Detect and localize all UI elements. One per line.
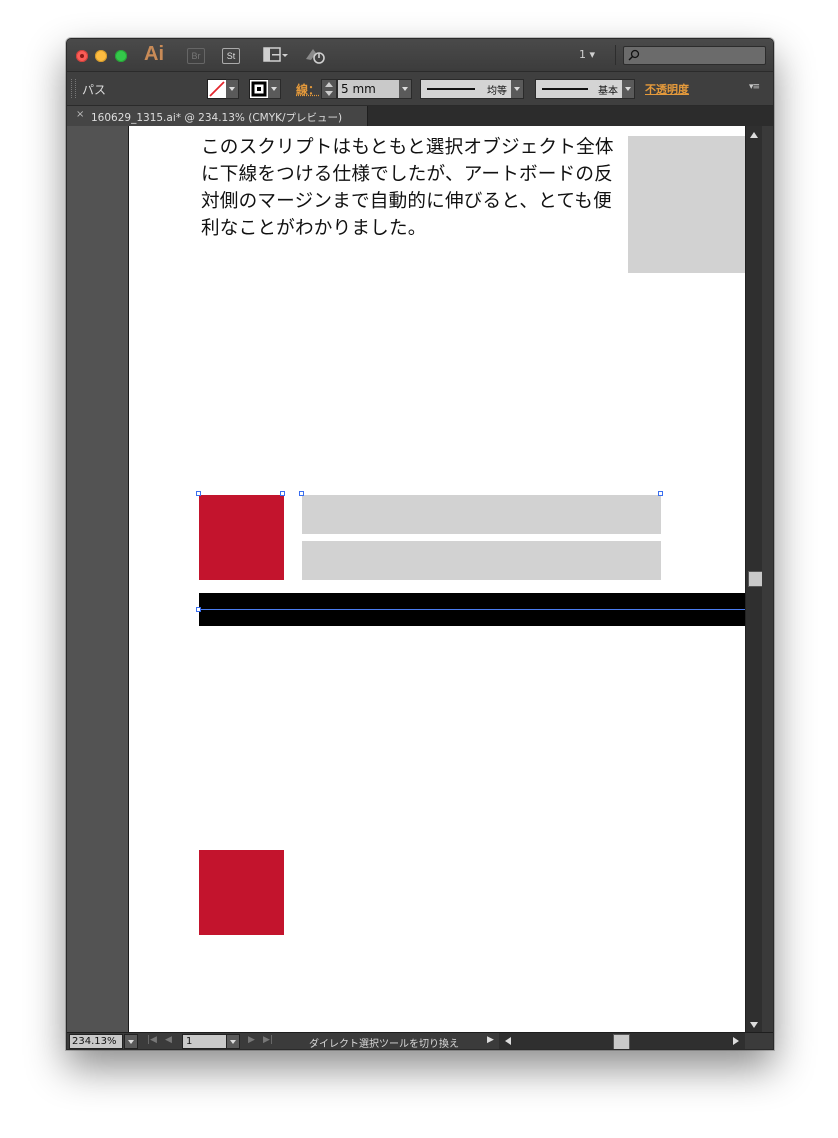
panel-grip[interactable] <box>71 79 76 98</box>
scroll-thumb[interactable] <box>748 571 763 587</box>
chevron-down-icon[interactable] <box>226 1034 240 1049</box>
control-bar: パス 線： 5 mm 均等 基本 不透明度 ▾≡ <box>67 72 773 106</box>
layout-icon[interactable] <box>263 46 289 64</box>
first-artboard-icon[interactable]: |◀ <box>147 1035 157 1045</box>
scroll-thumb[interactable] <box>613 1034 630 1049</box>
close-icon[interactable] <box>76 50 88 62</box>
chevron-down-icon[interactable] <box>622 79 635 99</box>
brush-label: 基本 <box>598 86 618 97</box>
horizontal-scrollbar[interactable] <box>499 1033 745 1049</box>
red-square[interactable] <box>199 850 284 935</box>
body-text-frame[interactable]: このスクリプトはもともと選択オブジェクト全体に下線をつける仕様でしたが、アートボ… <box>201 134 621 242</box>
gray-bar[interactable] <box>302 541 661 580</box>
scroll-right-icon[interactable] <box>733 1037 739 1045</box>
canvas[interactable]: このスクリプトはもともと選択オブジェクト全体に下線をつける仕様でしたが、アートボ… <box>67 126 745 1032</box>
document-tab-strip: × 160629_1315.ai* @ 234.13% (CMYK/プレビュー) <box>67 106 773 126</box>
scroll-up-icon[interactable] <box>750 132 758 138</box>
stroke-weight-field[interactable]: 5 mm <box>337 79 400 99</box>
gray-rectangle[interactable] <box>628 136 745 273</box>
bridge-icon[interactable]: Br <box>187 48 205 64</box>
profile-line-preview <box>427 88 475 90</box>
status-menu-icon[interactable]: ▶ <box>487 1035 494 1045</box>
last-artboard-icon[interactable]: ▶| <box>263 1035 273 1045</box>
selection-anchor[interactable] <box>196 491 201 496</box>
stepper-icon[interactable] <box>321 79 337 99</box>
panel-dock-strip <box>762 126 773 1032</box>
stroke-label[interactable]: 線： <box>296 81 320 98</box>
chevron-down-icon[interactable] <box>226 79 239 99</box>
scroll-left-icon[interactable] <box>505 1037 511 1045</box>
title-bar: Ai Br St 1 ▾ <box>67 39 773 72</box>
vertical-scrollbar[interactable] <box>745 126 763 1032</box>
chevron-down-icon[interactable] <box>399 79 412 99</box>
panel-menu-icon[interactable]: ▾≡ <box>749 82 760 92</box>
previous-artboard-icon[interactable]: ◀ <box>165 1035 172 1045</box>
maximize-icon[interactable] <box>115 50 127 62</box>
opacity-link[interactable]: 不透明度 <box>645 81 689 97</box>
stock-icon[interactable]: St <box>222 48 240 64</box>
document-tab[interactable]: × 160629_1315.ai* @ 234.13% (CMYK/プレビュー) <box>67 106 368 126</box>
status-bar: 234.13% |◀ ◀ 1 ▶ ▶| ダイレクト選択ツールを切り換え ▶ <box>67 1032 773 1049</box>
next-artboard-icon[interactable]: ▶ <box>248 1035 255 1045</box>
chevron-down-icon[interactable] <box>124 1034 138 1049</box>
close-icon[interactable]: × <box>76 109 84 120</box>
zoom-field[interactable]: 234.13% <box>69 1034 123 1049</box>
selection-anchor[interactable] <box>658 491 663 496</box>
document-title: 160629_1315.ai* @ 234.13% (CMYK/プレビュー) <box>91 112 343 124</box>
variable-width-profile-dropdown[interactable]: 均等 <box>420 79 512 99</box>
divider <box>615 45 616 65</box>
chevron-down-icon[interactable] <box>511 79 524 99</box>
artboard[interactable]: このスクリプトはもともと選択オブジェクト全体に下線をつける仕様でしたが、アートボ… <box>128 126 745 1032</box>
artboard-number[interactable]: 1 ▾ <box>579 48 595 61</box>
status-text[interactable]: ダイレクト選択ツールを切り換え <box>309 1035 459 1049</box>
red-square[interactable] <box>199 495 284 580</box>
search-input[interactable] <box>623 46 766 65</box>
scroll-down-icon[interactable] <box>750 1022 758 1028</box>
search-icon <box>628 49 640 61</box>
selected-path-line[interactable] <box>199 609 745 610</box>
app-logo: Ai <box>144 43 164 65</box>
brush-definition-dropdown[interactable]: 基本 <box>535 79 623 99</box>
stroke-swatch-icon[interactable] <box>249 79 269 99</box>
illustrator-window: Ai Br St 1 ▾ パス 線： 5 mm 均等 基本 不透明度 ▾≡ × … <box>66 38 774 1050</box>
profile-label: 均等 <box>487 86 507 97</box>
minimize-icon[interactable] <box>95 50 107 62</box>
chevron-down-icon[interactable] <box>268 79 281 99</box>
sync-icon[interactable] <box>304 45 328 65</box>
path-anchor[interactable] <box>196 607 201 612</box>
brush-line-preview <box>542 88 588 90</box>
artboard-page-field[interactable]: 1 <box>182 1034 227 1049</box>
selection-anchor[interactable] <box>299 491 304 496</box>
selection-anchor[interactable] <box>280 491 285 496</box>
gray-bar[interactable] <box>302 495 661 534</box>
no-fill-icon[interactable] <box>207 79 227 99</box>
selection-type-label: パス <box>82 83 107 97</box>
